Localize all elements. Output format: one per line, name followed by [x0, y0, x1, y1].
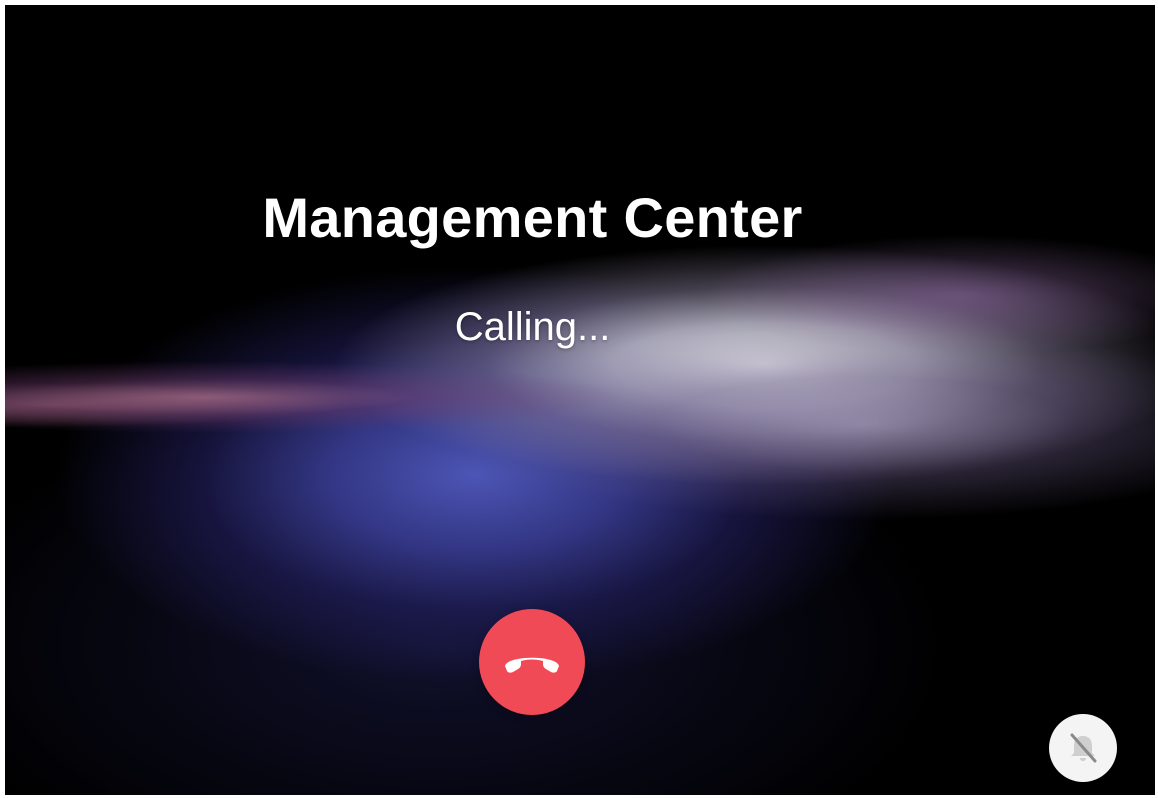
hang-up-button[interactable]	[479, 609, 585, 715]
mute-ringer-button[interactable]	[1049, 714, 1117, 782]
call-screen: Management Center Calling...	[5, 5, 1155, 795]
bell-off-icon	[1065, 730, 1101, 766]
call-status: Calling...	[454, 305, 611, 349]
phone-hangup-icon	[501, 647, 563, 677]
caller-name: Management Center	[262, 186, 803, 249]
